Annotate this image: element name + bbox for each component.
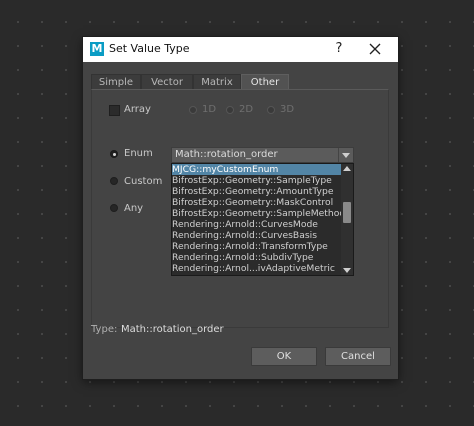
radio-any-label: Any [124, 203, 144, 214]
array-label: Array [124, 104, 151, 115]
scroll-up-icon[interactable] [343, 166, 351, 171]
cancel-button[interactable]: Cancel [325, 347, 391, 366]
close-button[interactable] [366, 40, 384, 58]
radio-2d-label: 2D [239, 104, 254, 115]
set-value-type-dialog: M Set Value Type ? Simple Vector Matrix … [83, 37, 398, 379]
dialog-title: Set Value Type [109, 42, 190, 55]
tab-vector[interactable]: Vector [141, 74, 193, 90]
ok-button[interactable]: OK [251, 347, 317, 366]
enum-dropdown-list[interactable]: MJCG::myCustomEnum BifrostExp::Geometry:… [171, 163, 354, 276]
chevron-down-icon[interactable] [338, 148, 353, 162]
type-value: Math::rotation_order [121, 324, 224, 335]
enum-type-combo[interactable]: Math::rotation_order [171, 147, 354, 163]
scroll-down-icon[interactable] [343, 268, 351, 273]
radio-custom[interactable] [110, 177, 118, 185]
type-label: Type: [91, 324, 118, 335]
list-item[interactable]: BifrostExp::Geometry::MaskControl [172, 197, 342, 208]
radio-1d-label: 1D [202, 104, 217, 115]
help-button[interactable]: ? [331, 40, 347, 58]
close-icon [369, 43, 381, 55]
list-item[interactable]: Rendering::Arnold::TransformType [172, 241, 342, 252]
radio-1d[interactable] [189, 106, 197, 114]
array-checkbox[interactable] [109, 105, 120, 116]
tab-other[interactable]: Other [241, 74, 289, 90]
radio-enum[interactable] [110, 150, 118, 158]
list-item[interactable]: BifrostExp::Geometry::SampleType [172, 175, 342, 186]
list-scrollbar[interactable] [341, 164, 353, 275]
title-bar[interactable]: M Set Value Type ? [83, 37, 398, 62]
list-item[interactable]: Rendering::Arnold::CurvesMode [172, 219, 342, 230]
scroll-thumb[interactable] [343, 202, 351, 223]
radio-3d[interactable] [267, 106, 275, 114]
list-item[interactable]: MJCG::myCustomEnum [172, 164, 342, 175]
list-item[interactable]: Rendering::Arnold::CurvesBasis [172, 230, 342, 241]
radio-3d-label: 3D [280, 104, 295, 115]
list-item[interactable]: Rendering::Arnol...ivAdaptiveMetric [172, 263, 342, 274]
enum-type-combo-value: Math::rotation_order [175, 149, 278, 160]
radio-custom-label: Custom [124, 176, 163, 187]
radio-2d[interactable] [226, 106, 234, 114]
tab-simple[interactable]: Simple [91, 74, 141, 90]
maya-logo-icon: M [90, 42, 104, 56]
list-item[interactable]: BifrostExp::Geometry::SampleMethod [172, 208, 342, 219]
tab-matrix[interactable]: Matrix [193, 74, 241, 90]
list-item[interactable]: Rendering::Arnold::SubdivType [172, 252, 342, 263]
radio-any[interactable] [110, 204, 118, 212]
radio-enum-label: Enum [124, 148, 153, 159]
list-item[interactable]: BifrostExp::Geometry::AmountType [172, 186, 342, 197]
